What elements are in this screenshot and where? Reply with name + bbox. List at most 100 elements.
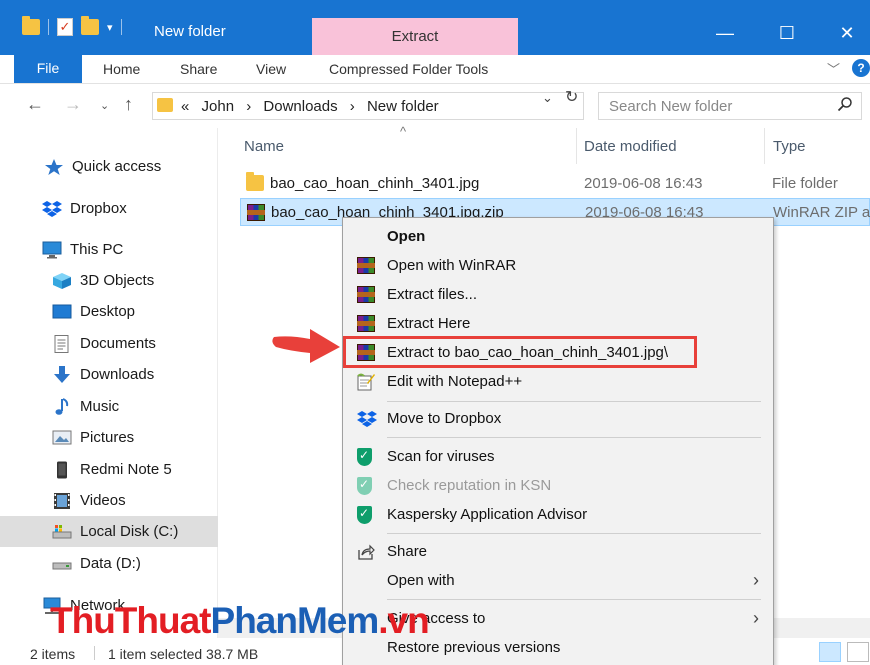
- close-button[interactable]: ✕: [824, 18, 870, 48]
- minimize-button[interactable]: —: [702, 18, 748, 48]
- menu-item-check-reputation-ksn[interactable]: Check reputation in KSN: [343, 472, 773, 501]
- menu-item-kaspersky-advisor[interactable]: Kaspersky Application Advisor: [343, 501, 773, 530]
- search-box[interactable]: Search New folder: [598, 92, 862, 120]
- drive-icon: [52, 555, 72, 573]
- menu-separator: [387, 437, 761, 438]
- recent-locations-chevron-icon[interactable]: ⌄: [100, 99, 109, 112]
- tab-home[interactable]: Home: [103, 55, 140, 84]
- folder-icon: [22, 16, 40, 35]
- winrar-icon: [357, 286, 375, 303]
- address-dropdown-icon[interactable]: ⌄: [542, 90, 553, 106]
- sidebar-item-downloads[interactable]: Downloads: [0, 359, 218, 390]
- tab-share[interactable]: Share: [180, 55, 217, 84]
- breadcrumb-overflow[interactable]: «: [181, 98, 189, 115]
- menu-item-label: Check reputation in KSN: [387, 477, 552, 494]
- red-arrow-pointer-icon: [270, 325, 342, 369]
- sidebar-item-documents[interactable]: Documents: [0, 328, 218, 359]
- folder-icon: [246, 172, 264, 191]
- window-title: New folder: [154, 23, 226, 40]
- sidebar-item-label: Data (D:): [80, 555, 141, 572]
- breadcrumb-separator-icon[interactable]: ›: [350, 98, 355, 115]
- properties-icon[interactable]: ✓: [57, 18, 73, 36]
- menu-item-open-with-winrar[interactable]: Open with WinRAR: [343, 252, 773, 281]
- sidebar-item-label: Desktop: [80, 303, 136, 320]
- picture-icon: [52, 429, 72, 447]
- menu-item-extract-here[interactable]: Extract Here: [343, 310, 773, 339]
- menu-separator: [387, 533, 761, 534]
- menu-item-label: Open with WinRAR: [387, 257, 517, 274]
- large-icons-view-icon[interactable]: [847, 642, 869, 662]
- refresh-icon[interactable]: ↻: [565, 87, 578, 107]
- kaspersky-shield-icon: [357, 506, 372, 524]
- menu-item-open-with[interactable]: Open with ›: [343, 567, 773, 596]
- forward-arrow-icon[interactable]: →: [64, 94, 82, 115]
- file-row[interactable]: bao_cao_hoan_chinh_3401.jpg 2019-06-08 1…: [240, 170, 870, 198]
- tab-compressed-folder-tools[interactable]: Compressed Folder Tools: [329, 55, 488, 84]
- search-input[interactable]: Search New folder: [609, 98, 732, 115]
- tab-extract[interactable]: Extract: [312, 18, 518, 55]
- help-icon[interactable]: ?: [852, 59, 870, 77]
- chevron-right-icon: ›: [753, 570, 759, 590]
- address-bar[interactable]: « John › Downloads › New folder: [152, 92, 584, 120]
- sidebar-item-3d-objects[interactable]: 3D Objects: [0, 265, 218, 296]
- menu-item-move-to-dropbox[interactable]: Move to Dropbox: [343, 405, 773, 434]
- sidebar-item-pictures[interactable]: Pictures: [0, 422, 218, 453]
- menu-item-edit-with-notepad[interactable]: Edit with Notepad++: [343, 368, 773, 397]
- sidebar-item-quick-access[interactable]: Quick access: [0, 151, 218, 182]
- winrar-icon: [357, 315, 375, 332]
- sidebar-item-local-disk-c[interactable]: Local Disk (C:): [0, 516, 218, 547]
- watermark-part: PhanMem: [210, 600, 380, 641]
- sidebar-item-this-pc[interactable]: This PC: [0, 234, 218, 265]
- ribbon-tabs: File Home Share View Compressed Folder T…: [0, 54, 870, 84]
- status-divider: [94, 646, 95, 660]
- sidebar-item-label: Downloads: [80, 366, 155, 383]
- context-menu: Open Open with WinRAR Extract files... E…: [342, 217, 774, 665]
- menu-item-open[interactable]: Open: [343, 223, 773, 252]
- details-view-icon[interactable]: [819, 642, 841, 662]
- menu-item-label: Extract Here: [387, 315, 471, 332]
- menu-item-extract-files[interactable]: Extract files...: [343, 281, 773, 310]
- chevron-down-icon[interactable]: ▾: [107, 21, 113, 34]
- desktop-icon: [52, 303, 72, 321]
- breadcrumb-downloads[interactable]: Downloads: [263, 98, 337, 115]
- sidebar-item-dropbox[interactable]: Dropbox: [0, 193, 218, 224]
- cube-icon: [52, 272, 72, 290]
- maximize-button[interactable]: ☐: [764, 18, 810, 48]
- up-arrow-icon[interactable]: ↑: [124, 94, 133, 115]
- column-header-name[interactable]: Name: [244, 128, 284, 166]
- kaspersky-shield-icon: [357, 477, 372, 495]
- breadcrumb-new-folder[interactable]: New folder: [367, 98, 439, 115]
- highlight-box: [343, 336, 697, 368]
- search-icon: [837, 96, 853, 116]
- document-icon: [52, 334, 72, 353]
- tab-file[interactable]: File: [14, 54, 82, 83]
- file-name: bao_cao_hoan_chinh_3401.jpg: [270, 175, 480, 192]
- sidebar-item-videos[interactable]: Videos: [0, 485, 218, 516]
- column-header-type[interactable]: Type: [773, 128, 806, 166]
- column-header-date-modified[interactable]: Date modified: [584, 128, 677, 166]
- breadcrumb-john[interactable]: John: [202, 98, 235, 115]
- menu-item-share[interactable]: Share: [343, 538, 773, 567]
- sidebar-item-label: Music: [80, 398, 120, 415]
- tab-view[interactable]: View: [256, 55, 286, 84]
- menu-item-label: Open: [387, 228, 426, 245]
- menu-item-scan-for-viruses[interactable]: Scan for viruses: [343, 443, 773, 472]
- folder-icon: [157, 98, 173, 112]
- sidebar-item-data-d[interactable]: Data (D:): [0, 548, 218, 579]
- file-date: 2019-06-08 16:43: [584, 175, 703, 192]
- ribbon-expand-icon[interactable]: ﹀: [827, 59, 840, 78]
- breadcrumb-separator-icon[interactable]: ›: [246, 98, 251, 115]
- dropbox-icon: [42, 200, 62, 218]
- new-folder-icon[interactable]: [81, 16, 99, 35]
- item-count: 2 items: [30, 646, 76, 662]
- sidebar-item-music[interactable]: Music: [0, 391, 218, 422]
- sidebar-item-redmi-note-5[interactable]: Redmi Note 5: [0, 454, 218, 485]
- selection-info: 1 item selected 38.7 MB: [108, 646, 259, 662]
- menu-item-label: Scan for viruses: [387, 448, 495, 465]
- back-arrow-icon[interactable]: ←: [26, 94, 44, 115]
- column-divider[interactable]: [764, 128, 765, 164]
- column-divider[interactable]: [576, 128, 577, 164]
- navigation-pane: Quick access Dropbox This PC 3D Objects …: [0, 128, 218, 638]
- sidebar-item-desktop[interactable]: Desktop: [0, 296, 218, 327]
- title-bar: ✓ ▾ New folder Extract — ☐ ✕: [0, 0, 870, 55]
